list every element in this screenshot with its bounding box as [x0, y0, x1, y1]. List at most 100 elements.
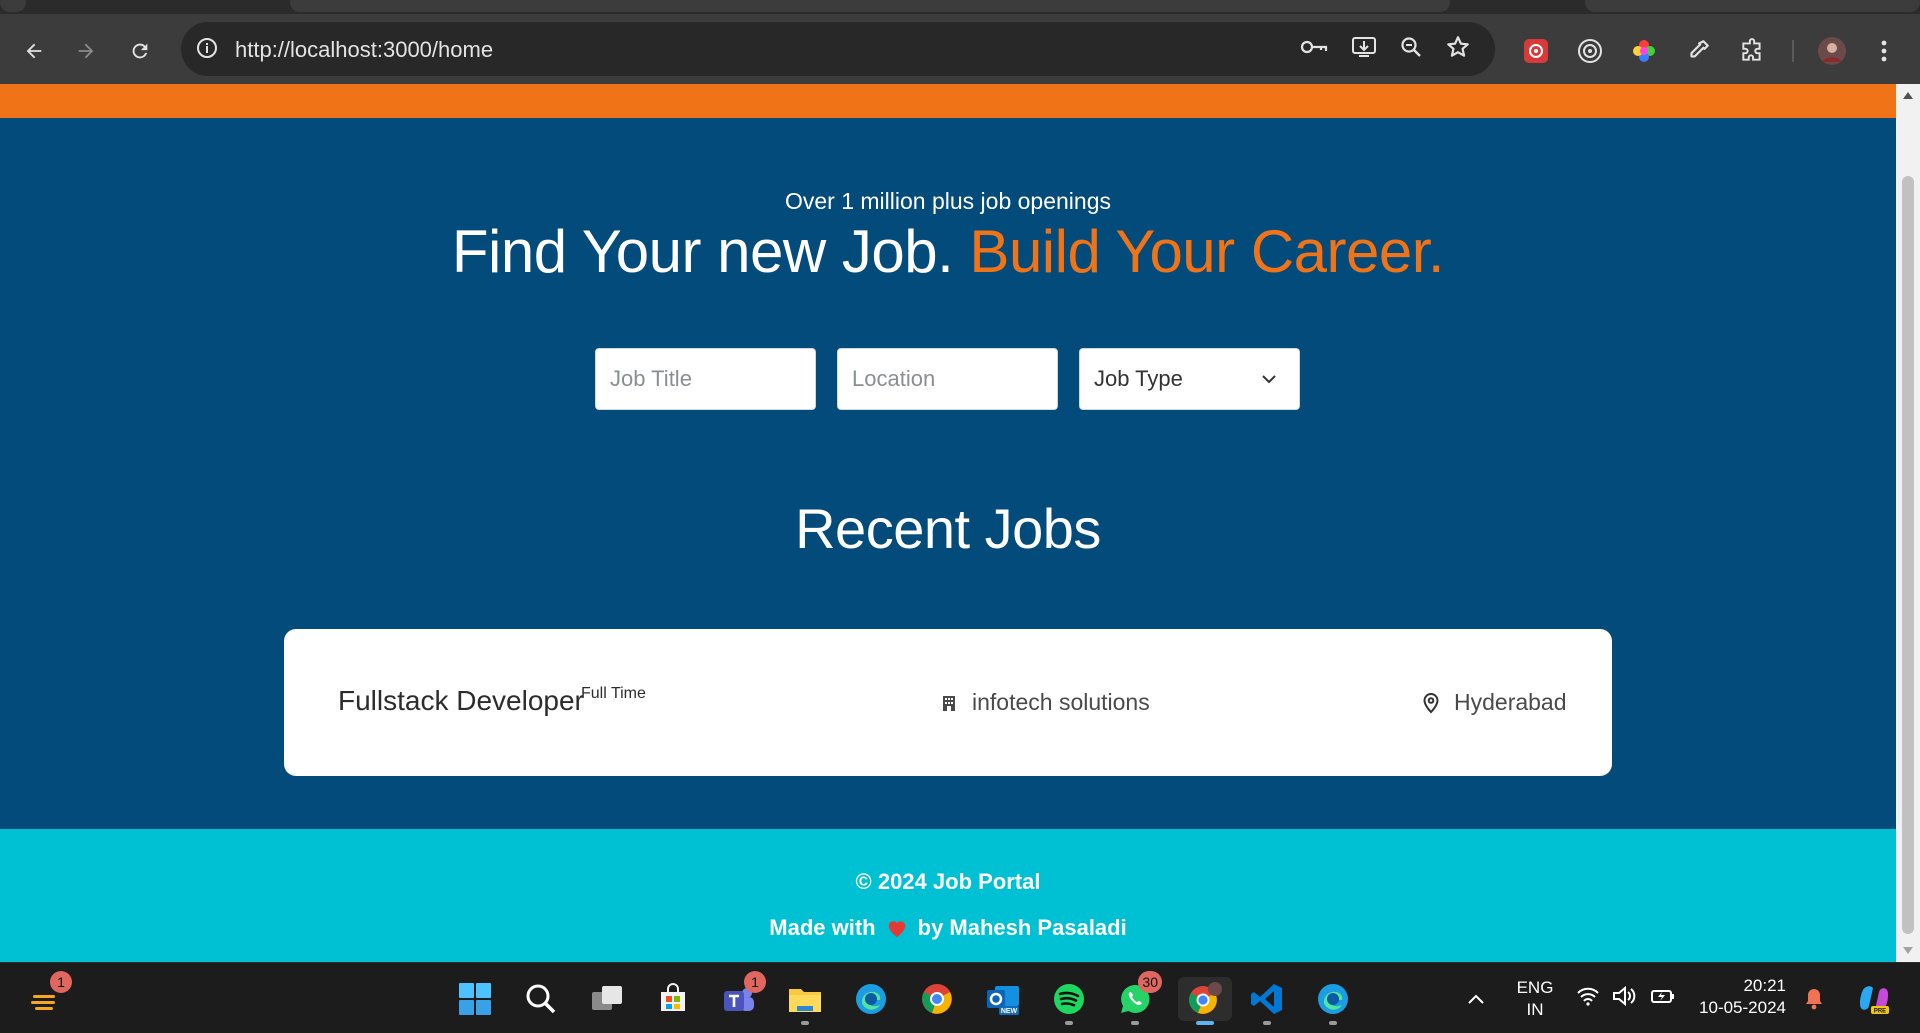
bell-icon	[1806, 989, 1822, 1010]
extension-target-icon[interactable]	[1572, 33, 1608, 69]
address-url-text[interactable]: http://localhost:3000/home	[235, 37, 493, 63]
language-indicator[interactable]: ENG IN	[1508, 977, 1562, 1021]
chevron-down-icon	[1261, 371, 1277, 392]
browser-menu-icon[interactable]	[1866, 33, 1902, 69]
teams-button[interactable]: 1	[716, 971, 766, 1021]
search-button[interactable]	[518, 977, 564, 1021]
heart-icon	[888, 921, 905, 938]
job-title-field	[595, 348, 816, 410]
whatsapp-button[interactable]: 30	[1112, 971, 1162, 1025]
edge-dev-button[interactable]	[1310, 977, 1356, 1025]
back-arrow-icon	[26, 43, 42, 59]
hero-title-accent: Build Your Career.	[969, 218, 1445, 285]
task-view-button[interactable]	[584, 977, 630, 1021]
top-navbar	[0, 84, 1896, 118]
hero-title: Find Your new Job. Build Your Career.	[0, 217, 1896, 286]
spotify-button[interactable]	[1046, 977, 1092, 1025]
running-indicator	[801, 1021, 809, 1025]
extensions-puzzle-icon[interactable]	[1734, 33, 1770, 69]
address-bar[interactable]: http://localhost:3000/home	[181, 22, 1495, 76]
search-icon	[526, 984, 556, 1014]
running-indicator	[1329, 1021, 1337, 1025]
reload-button[interactable]	[122, 33, 158, 69]
scrollbar-thumb[interactable]	[1902, 176, 1914, 934]
microsoft-store-icon	[661, 983, 685, 1011]
store-button[interactable]	[650, 977, 696, 1021]
windows-logo-icon	[459, 983, 491, 1015]
footer-copyright: © 2024 Job Portal	[855, 869, 1041, 894]
footer-author: by Mahesh Pasaladi	[917, 915, 1127, 940]
notifications-button[interactable]	[1796, 977, 1832, 1021]
hero-title-main: Find Your new Job.	[451, 218, 954, 285]
chrome-profile-icon	[1189, 982, 1222, 1014]
zoom-icon[interactable]	[1399, 35, 1423, 64]
forward-button[interactable]	[68, 33, 104, 69]
bookmark-star-icon[interactable]	[1445, 34, 1471, 65]
scroll-down-arrow-icon[interactable]	[1903, 947, 1913, 954]
extension-color-wheel-icon[interactable]	[1626, 33, 1662, 69]
clock-date: 10-05-2024	[1699, 998, 1786, 1017]
folder-icon	[789, 989, 821, 1012]
edge-button[interactable]	[848, 977, 894, 1021]
job-location-name: Hyderabad	[1454, 689, 1567, 715]
scroll-up-arrow-icon[interactable]	[1903, 92, 1913, 99]
copilot-button[interactable]: PRE	[1852, 977, 1896, 1021]
language-line1: ENG	[1516, 978, 1554, 997]
widgets-button[interactable]: 1	[22, 971, 72, 1021]
file-explorer-button[interactable]	[782, 977, 828, 1025]
job-title-input[interactable]	[596, 349, 815, 409]
reload-icon	[132, 43, 148, 59]
job-type-select[interactable]: Job Type	[1079, 348, 1300, 410]
browser-toolbar: http://localhost:3000/home	[0, 14, 1920, 84]
outlook-new-icon: NEW	[987, 986, 1019, 1015]
extension-red-icon[interactable]	[1518, 33, 1554, 69]
page-footer: © 2024 Job Portal Made with by Mahesh Pa…	[0, 829, 1896, 962]
site-info-icon[interactable]	[195, 36, 219, 65]
eyedropper-icon[interactable]	[1680, 33, 1716, 69]
job-card[interactable]: Fullstack Developer Full Time infotech s…	[284, 629, 1612, 776]
profile-avatar[interactable]	[1814, 33, 1850, 69]
svg-text:NEW: NEW	[1001, 1008, 1018, 1015]
forward-arrow-icon	[78, 43, 94, 59]
running-indicator	[1065, 1021, 1073, 1025]
location-input[interactable]	[838, 349, 1057, 409]
footer-made-with: Made with	[769, 915, 876, 940]
browser-tab-edge-right[interactable]	[1585, 0, 1920, 12]
widgets-badge: 1	[50, 971, 72, 993]
recent-jobs-heading: Recent Jobs	[795, 497, 1101, 560]
chrome-button[interactable]	[914, 977, 960, 1021]
browser-tab-edge[interactable]	[0, 0, 26, 12]
quick-settings[interactable]	[1576, 985, 1676, 1007]
edge-dev-icon	[1318, 984, 1348, 1014]
wifi-icon	[1577, 987, 1599, 1006]
start-button[interactable]	[452, 977, 498, 1021]
back-button[interactable]	[16, 33, 52, 69]
teams-badge: 1	[744, 971, 766, 993]
edge-icon	[856, 984, 886, 1014]
install-app-icon[interactable]	[1351, 35, 1377, 64]
windows-taskbar: 1 1 NEW 30 ENG IN 20:21 10-05-2024 PRE	[0, 962, 1920, 1033]
running-indicator	[1263, 1021, 1271, 1025]
password-key-icon[interactable]	[1299, 35, 1329, 64]
vscode-icon	[1251, 984, 1282, 1014]
spotify-icon	[1054, 984, 1084, 1014]
hero-subtitle: Over 1 million plus job openings	[784, 188, 1111, 214]
job-type-selected-value: Job Type	[1094, 366, 1183, 391]
outlook-button[interactable]: NEW	[980, 977, 1026, 1021]
vscode-button[interactable]	[1244, 977, 1290, 1025]
chrome-profile-button[interactable]	[1178, 977, 1232, 1025]
job-type-badge: Full Time	[581, 685, 646, 702]
battery-charging-icon	[1651, 990, 1674, 1003]
building-icon	[943, 695, 955, 711]
job-company: infotech solutions	[940, 689, 1150, 716]
clock[interactable]: 20:21 10-05-2024	[1690, 975, 1786, 1019]
language-line2: IN	[1526, 1000, 1544, 1019]
job-title[interactable]: Fullstack Developer	[338, 685, 584, 717]
show-hidden-icons-button[interactable]	[1456, 977, 1496, 1021]
browser-tab-active[interactable]	[290, 0, 1450, 12]
page-scrollbar[interactable]	[1896, 84, 1920, 962]
chevron-up-icon	[1468, 994, 1484, 1004]
active-window-indicator	[1196, 1021, 1214, 1025]
location-field	[837, 348, 1058, 410]
running-indicator	[1131, 1021, 1139, 1025]
